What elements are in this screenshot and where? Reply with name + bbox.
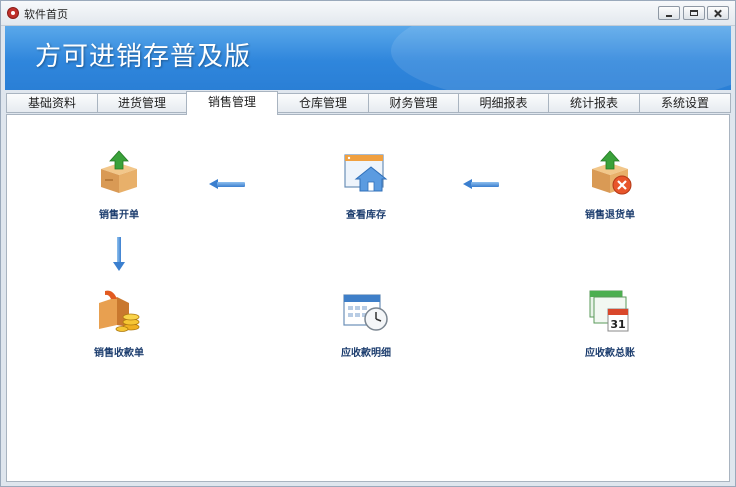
close-button[interactable] [707,6,729,20]
receivable-detail-button[interactable]: 应收款明细 [306,287,426,359]
tab-detail-reports[interactable]: 明细报表 [458,93,549,113]
tab-basic-data[interactable]: 基础资料 [6,93,98,113]
view-stock-button[interactable]: 查看库存 [306,149,426,221]
tab-warehouse[interactable]: 仓库管理 [277,93,369,113]
sales-order-button[interactable]: 销售开单 [59,149,179,221]
calendar-31-icon: 31 [589,290,629,332]
app-logo-icon [7,7,19,19]
window-title: 软件首页 [24,8,68,21]
sales-return-label: 销售退货单 [585,210,635,221]
sales-return-button[interactable]: 销售退货单 [550,149,670,221]
flow-arrow-down-icon [113,237,125,271]
header-banner: 方可进销存普及版 [5,26,731,90]
box-return-icon [592,150,632,195]
sales-order-label: 销售开单 [99,210,139,221]
receivable-summary-label: 应收款总账 [585,348,635,359]
house-window-icon [344,154,388,192]
box-coins-icon [99,290,140,332]
tab-system-settings[interactable]: 系统设置 [639,93,731,113]
main-tabs: 基础资料 进货管理 销售管理 仓库管理 财务管理 明细报表 统计报表 系统设置 [6,91,731,115]
maximize-button[interactable] [683,6,705,20]
calendar-day-number: 31 [610,318,625,331]
app-title: 方可进销存普及版 [35,42,252,72]
box-upload-icon [101,150,137,193]
minimize-button[interactable] [658,6,680,20]
tab-sales[interactable]: 销售管理 [186,91,278,115]
receivable-summary-button[interactable]: 31 应收款总账 [550,287,670,359]
sales-panel: 销售开单 查看库存 销售退货单 销售收款单 应收款明细 31 应收款总账 [6,114,730,482]
title-bar: 软件首页 [1,1,735,26]
sales-receipt-button[interactable]: 销售收款单 [59,287,179,359]
tab-statistics[interactable]: 统计报表 [548,93,640,113]
flow-arrow-left-icon [209,179,245,189]
receivable-detail-label: 应收款明细 [341,348,391,359]
app-window: 软件首页 方可进销存普及版 基础资料 进货管理 销售管理 仓库管理 财务管理 明… [0,0,736,487]
flow-arrow-left-icon [463,179,499,189]
tab-finance[interactable]: 财务管理 [368,93,459,113]
calendar-clock-icon [343,294,388,331]
view-stock-label: 查看库存 [346,210,386,221]
sales-receipt-label: 销售收款单 [94,348,144,359]
tab-purchase[interactable]: 进货管理 [97,93,187,113]
